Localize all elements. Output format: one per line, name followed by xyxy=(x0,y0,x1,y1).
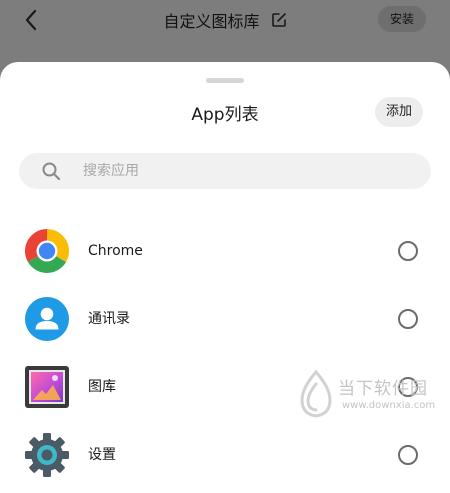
search-icon xyxy=(42,162,61,181)
app-name: 图库 xyxy=(88,379,116,395)
app-row-contacts[interactable]: 通讯录 xyxy=(0,288,450,350)
search-input[interactable] xyxy=(81,153,413,189)
app-row-settings[interactable]: 设置 xyxy=(0,424,450,486)
edit-title-button[interactable] xyxy=(271,12,287,28)
install-button[interactable]: 安装 xyxy=(378,6,426,32)
app-list-sheet: App列表 添加 Chrome xyxy=(0,62,450,493)
app-name: 设置 xyxy=(88,447,116,463)
watermark-url: www.downxia.com xyxy=(342,400,436,411)
chrome-icon xyxy=(25,229,69,273)
settings-icon xyxy=(25,433,69,477)
watermark-logo-icon xyxy=(300,370,332,418)
app-icon xyxy=(24,432,70,478)
app-select-radio[interactable] xyxy=(398,241,418,261)
watermark-text: 当下软件园 xyxy=(338,379,428,399)
search-bar[interactable] xyxy=(19,153,431,189)
contacts-icon xyxy=(25,297,69,341)
app-icon xyxy=(24,296,70,342)
app-name: 通讯录 xyxy=(88,311,130,327)
app-icon xyxy=(24,228,70,274)
sheet-drag-handle[interactable] xyxy=(206,78,244,83)
edit-icon xyxy=(271,13,286,27)
top-app-bar: 自定义图标库 安装 xyxy=(0,0,450,62)
watermark: 当下软件园 www.downxia.com xyxy=(298,366,448,424)
app-select-radio[interactable] xyxy=(398,309,418,329)
page-title: 自定义图标库 xyxy=(163,12,260,31)
add-button[interactable]: 添加 xyxy=(375,97,423,127)
app-name: Chrome xyxy=(88,243,143,259)
app-icon xyxy=(24,364,70,410)
app-select-radio[interactable] xyxy=(398,445,418,465)
gallery-icon xyxy=(25,366,69,408)
app-row-chrome[interactable]: Chrome xyxy=(0,220,450,282)
